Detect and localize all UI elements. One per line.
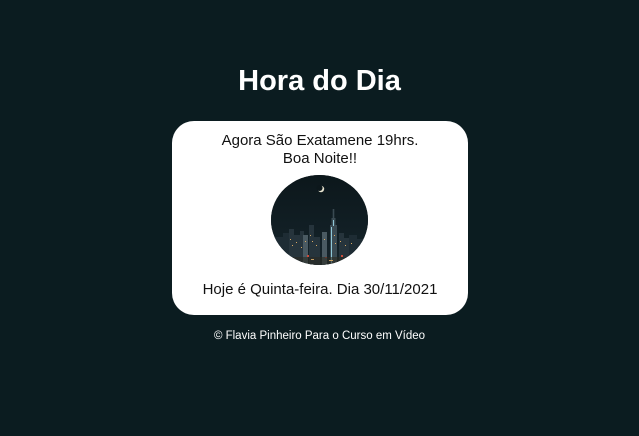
time-card: Agora São Exatamene 19hrs. Boa Noite!! H… <box>172 121 468 315</box>
footer-credit: © Flavia Pinheiro Para o Curso em Vídeo <box>213 330 426 342</box>
night-city-image <box>271 175 368 265</box>
night-skyline-icon <box>271 175 368 265</box>
greeting-message: Boa Noite!! <box>282 150 358 167</box>
date-message: Hoje é Quinta-feira. Dia 30/11/2021 <box>202 281 438 298</box>
page-title: Hora do Dia <box>238 65 401 97</box>
time-message: Agora São Exatamene 19hrs. <box>221 132 419 149</box>
